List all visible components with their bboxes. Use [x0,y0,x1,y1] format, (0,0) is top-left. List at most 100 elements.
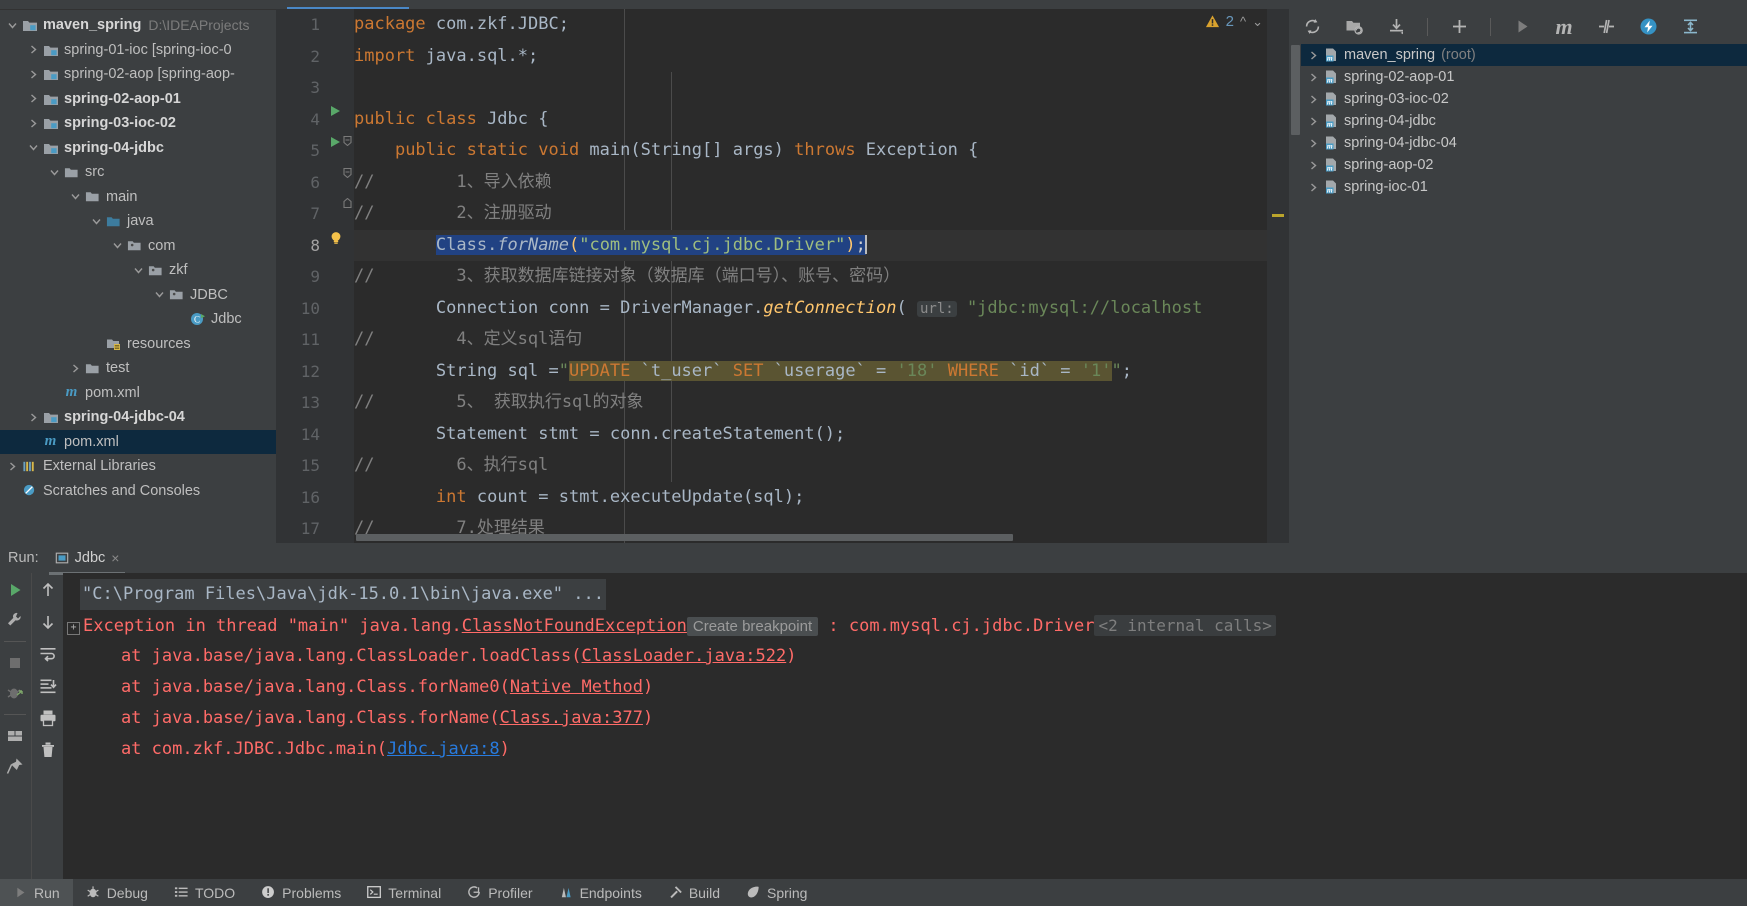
project-tree[interactable]: maven_spring D:\IDEAProjects spring-01-ioc… [0,10,276,503]
chevron-down-icon[interactable] [25,142,41,153]
statusbar-item-profiler[interactable]: Profiler [454,879,545,906]
editor-horizontal-scrollbar[interactable] [356,534,1268,542]
inspection-marker[interactable] [1272,214,1284,217]
chevron-down-icon[interactable] [4,20,20,31]
maven-toolbar[interactable]: m [1289,9,1747,44]
frame-source-link[interactable]: Jdbc.java:8 [387,739,500,759]
code-line-14[interactable]: 14 Statement stmt = conn.createStatement… [276,419,1289,451]
chevron-down-icon[interactable] [88,216,104,227]
debug-attach-icon[interactable] [6,684,24,702]
soft-wrap-icon[interactable] [39,645,57,663]
add-icon[interactable] [1448,16,1470,38]
toggle-skip-tests-icon[interactable] [1595,16,1617,38]
reload-all-maven-projects-icon[interactable] [1301,16,1323,38]
code-line-9[interactable]: 9 // 3、获取数据库链接对象（数据库（端口号）、账号、密码） [276,261,1289,293]
run-icon[interactable] [1511,16,1533,38]
statusbar-item-terminal[interactable]: Terminal [354,879,454,906]
chevron-down-icon[interactable] [67,191,83,202]
tree-item-pom-xml[interactable]: m pom.xml [0,381,276,406]
tree-item-spring-03-ioc-02[interactable]: spring-03-ioc-02 [0,111,276,136]
tree-item-maven-spring[interactable]: maven_spring D:\IDEAProjects [0,13,276,38]
pin-tab-icon[interactable] [6,757,24,775]
code-line-4[interactable]: 4 public class Jdbc { [276,104,1289,136]
maven-item-spring-04-jdbc-04[interactable]: m spring-04-jdbc-04 [1301,132,1747,154]
chevron-down-icon[interactable] [109,240,125,251]
expand-icon[interactable] [1679,16,1701,38]
maven-item-maven-spring[interactable]: m maven_spring (root) [1301,44,1747,66]
maven-projects-tree[interactable]: m maven_spring (root) m spring-02-aop-01 m spr… [1301,44,1747,543]
tree-item-test[interactable]: test [0,356,276,381]
code-line-8[interactable]: 8 Class.forName("com.mysql.cj.jdbc.Drive… [276,229,1289,261]
tree-item-jdbc[interactable]: C Jdbc [0,307,276,332]
inspection-rail[interactable] [1267,9,1289,543]
chevron-right-icon[interactable] [25,93,41,104]
tree-item-java[interactable]: java [0,209,276,234]
scroll-to-end-icon[interactable] [39,677,57,695]
run-tab-jdbc[interactable]: Jdbc × [48,550,126,575]
inspection-widget[interactable]: 2 ^ ⌄ [1205,13,1263,30]
chevron-right-icon[interactable] [25,118,41,129]
chevron-right-icon[interactable] [1305,182,1321,193]
statusbar-item-problems[interactable]: Problems [248,879,354,906]
tree-item-jdbc[interactable]: JDBC [0,283,276,308]
create-breakpoint-chip[interactable]: Create breakpoint [686,617,819,636]
code-line-7[interactable]: 7 // 2、注册驱动 [276,198,1289,230]
code-line-3[interactable]: 3 [276,72,1289,104]
tree-item-external-libraries[interactable]: External Libraries [0,454,276,479]
code-line-2[interactable]: 2 import java.sql.*; [276,41,1289,73]
statusbar-item-endpoints[interactable]: Endpoints [546,879,655,906]
tree-item-pom-xml[interactable]: m pom.xml [0,429,276,454]
tree-item-spring-01-ioc-spring-ioc-0[interactable]: spring-01-ioc [spring-ioc-0 [0,38,276,63]
editor-tab-bar[interactable] [276,0,1289,9]
internal-calls-chip[interactable]: <2 internal calls> [1094,615,1276,636]
chevron-right-icon[interactable] [4,461,20,472]
tree-item-spring-04-jdbc[interactable]: spring-04-jdbc [0,136,276,161]
layout-settings-icon[interactable] [6,727,24,745]
chevron-right-icon[interactable] [1305,50,1321,61]
console-output[interactable]: "C:\Program Files\Java\jdk-15.0.1\bin\ja… [63,573,1747,879]
download-sources-icon[interactable] [1385,16,1407,38]
fold-expand-icon[interactable]: + [67,622,80,635]
tree-item-com[interactable]: com [0,234,276,259]
run-secondary-toolbar[interactable] [31,573,64,879]
rerun-icon[interactable] [6,581,24,599]
code-line-15[interactable]: 15 // 6、执行sql [276,450,1289,482]
run-gutter-icon[interactable] [328,104,348,118]
chevron-down-icon[interactable] [151,289,167,300]
statusbar-item-build[interactable]: Build [655,879,733,906]
editor-text-area[interactable]: 1 package com.zkf.JDBC; 2 import java.sql.*… [276,9,1289,543]
frame-source-link[interactable]: ClassLoader.java:522 [582,646,787,666]
tree-item-spring-02-aop-01[interactable]: spring-02-aop-01 [0,87,276,112]
close-icon[interactable]: × [111,550,119,566]
code-line-10[interactable]: 10 Connection conn = DriverManager.getCo… [276,293,1289,325]
statusbar-item-debug[interactable]: Debug [73,879,161,906]
frame-source-link[interactable]: Class.java:377 [500,708,643,728]
chevron-down-icon[interactable] [46,167,62,178]
chevron-right-icon[interactable] [1305,116,1321,127]
chevron-right-icon[interactable] [25,44,41,55]
edit-configuration-icon[interactable] [6,611,24,629]
maven-vertical-scrollbar[interactable] [1291,45,1300,135]
run-primary-toolbar[interactable] [0,573,30,879]
code-line-1[interactable]: 1 package com.zkf.JDBC; [276,9,1289,41]
chevron-down-icon[interactable]: ⌄ [1252,14,1263,30]
tree-item-main[interactable]: main [0,185,276,210]
statusbar-item-run[interactable]: Run [0,879,73,906]
code-line-12[interactable]: 12 String sql ="UPDATE `t_user` SET `use… [276,356,1289,388]
status-bar[interactable]: Run Debug TODO Problems Terminal Profiler Endp… [0,879,1747,906]
print-icon[interactable] [39,709,57,727]
chevron-right-icon[interactable] [25,412,41,423]
tree-item-src[interactable]: src [0,160,276,185]
maven-item-spring-03-ioc-02[interactable]: m spring-03-ioc-02 [1301,88,1747,110]
statusbar-item-todo[interactable]: TODO [161,879,248,906]
maven-item-spring-aop-02[interactable]: m spring-aop-02 [1301,154,1747,176]
up-arrow-icon[interactable] [39,581,57,599]
statusbar-item-spring[interactable]: Spring [733,879,820,906]
tree-item-spring-04-jdbc-04[interactable]: spring-04-jdbc-04 [0,405,276,430]
tree-item-resources[interactable]: resources [0,332,276,357]
down-arrow-icon[interactable] [39,613,57,631]
exception-class-link[interactable]: ClassNotFoundException [462,616,687,636]
tree-item-zkf[interactable]: zkf [0,258,276,283]
code-line-6[interactable]: 6 // 1、导入依赖 [276,167,1289,199]
chevron-right-icon[interactable] [1305,94,1321,105]
